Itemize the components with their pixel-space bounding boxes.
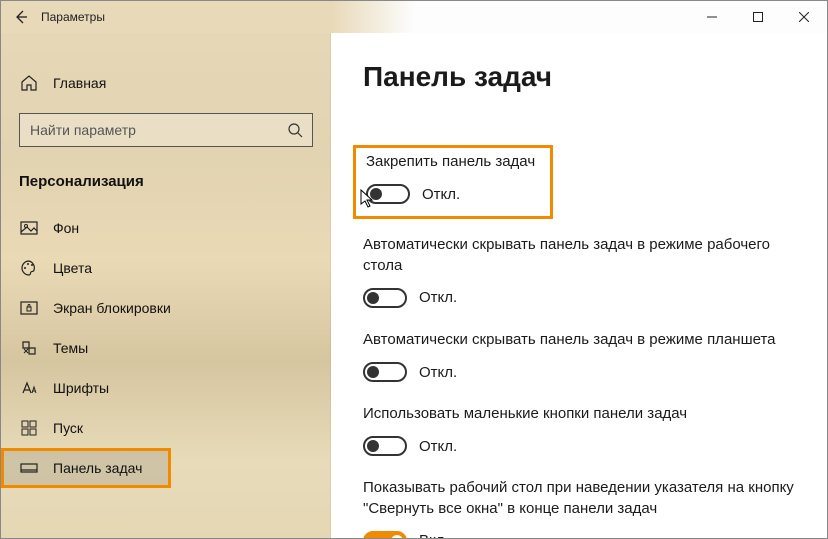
start-menu-icon [19,418,39,438]
content-area: Панель задач Закрепить панель задач Откл… [331,33,827,538]
toggle-state: Откл. [422,186,460,203]
setting-show-desktop-peek: Показывать рабочий стол при наведении ук… [363,478,795,538]
sidebar-category-title: Персонализация [1,155,331,208]
sidebar-item-fonts[interactable]: Шрифты [1,368,331,408]
toggle-state: Вкл. [419,532,449,538]
home-icon [19,73,39,93]
sidebar-item-taskbar[interactable]: Панель задач [1,448,171,488]
window-title: Параметры [41,10,105,24]
titlebar: Параметры [1,1,827,33]
setting-label: Использовать маленькие кнопки панели зад… [363,404,795,424]
toggle-state: Откл. [419,438,457,455]
sidebar: Главная Персонализация Фон [1,33,331,538]
sidebar-item-label: Экран блокировки [53,300,171,316]
arrow-left-icon [13,9,29,25]
setting-label: Автоматически скрывать панель задач в ре… [363,235,795,276]
sidebar-item-label: Цвета [53,260,92,276]
window-controls [689,1,827,33]
minimize-button[interactable] [689,1,735,33]
maximize-button[interactable] [735,1,781,33]
setting-lock-taskbar-highlight: Закрепить панель задач Откл. [353,145,553,219]
taskbar-icon [19,458,39,478]
settings-window: Параметры Главная [0,0,828,539]
close-icon [799,12,809,22]
sidebar-item-background[interactable]: Фон [1,208,331,248]
palette-icon [19,258,39,278]
setting-label: Закрепить панель задач [366,152,540,172]
search-input[interactable] [20,122,278,138]
minimize-icon [707,12,717,22]
sidebar-item-label: Панель задач [53,460,142,476]
sidebar-home-label: Главная [53,75,106,91]
close-button[interactable] [781,1,827,33]
sidebar-item-label: Фон [53,220,79,236]
page-title: Панель задач [363,61,795,93]
setting-autohide-desktop: Автоматически скрывать панель задач в ре… [363,235,795,308]
toggle-autohide-desktop[interactable] [363,288,407,308]
search-container [1,109,331,155]
sidebar-item-label: Шрифты [53,380,109,396]
setting-label: Показывать рабочий стол при наведении ук… [363,478,795,519]
toggle-show-desktop-peek[interactable] [363,531,407,538]
themes-icon [19,338,39,358]
setting-autohide-tablet: Автоматически скрывать панель задач в ре… [363,330,795,382]
lock-screen-icon [19,298,39,318]
toggle-state: Откл. [419,364,457,381]
back-button[interactable] [1,1,41,33]
toggle-autohide-tablet[interactable] [363,362,407,382]
search-icon [278,122,312,138]
maximize-icon [753,12,763,22]
sidebar-item-label: Темы [53,340,88,356]
sidebar-item-colors[interactable]: Цвета [1,248,331,288]
fonts-icon [19,378,39,398]
toggle-small-buttons[interactable] [363,436,407,456]
sidebar-item-start[interactable]: Пуск [1,408,331,448]
sidebar-item-themes[interactable]: Темы [1,328,331,368]
picture-icon [19,218,39,238]
setting-small-buttons: Использовать маленькие кнопки панели зад… [363,404,795,456]
toggle-state: Откл. [419,289,457,306]
sidebar-item-label: Пуск [53,420,83,436]
setting-label: Автоматически скрывать панель задач в ре… [363,330,795,350]
sidebar-item-lockscreen[interactable]: Экран блокировки [1,288,331,328]
sidebar-home[interactable]: Главная [1,63,331,103]
toggle-lock-taskbar[interactable] [366,184,410,204]
search-box[interactable] [19,113,313,147]
